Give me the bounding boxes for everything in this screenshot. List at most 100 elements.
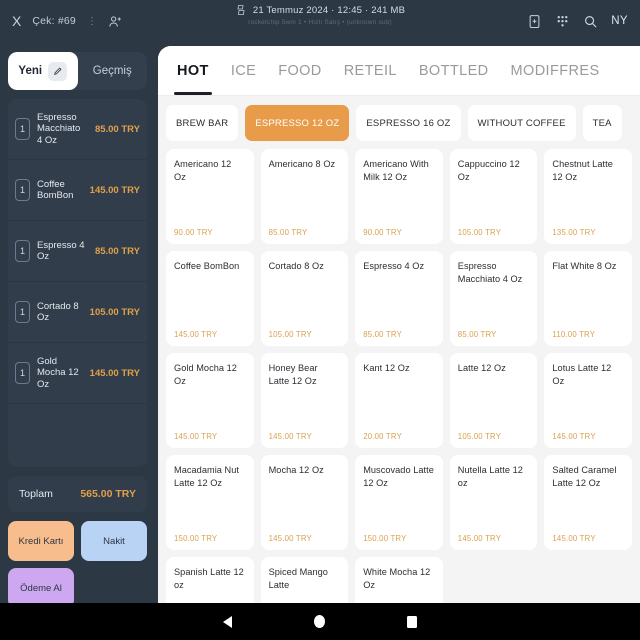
product-name: Americano 12 Oz (174, 159, 232, 182)
product-price: 105.00 TRY (457, 228, 502, 237)
cart-row[interactable]: 1 Espresso Macchiato 4 Oz 85.00 TRY (8, 99, 147, 160)
product-name: Gold Mocha 12 Oz (174, 363, 237, 386)
cart-item-price: 85.00 TRY (94, 123, 140, 135)
cart-item-qty: 1 (15, 240, 30, 262)
apps-grid-icon[interactable] (555, 14, 570, 29)
tab-reteil[interactable]: RETEIL (333, 46, 408, 95)
datetime-memory-label: 21 Temmuz 2024 · 12:45 · 241 MB (252, 4, 406, 16)
receipt-add-icon[interactable] (527, 14, 542, 29)
pencil-icon[interactable] (48, 61, 68, 81)
product-card[interactable]: Spanish Latte 12 oz (166, 557, 254, 603)
add-person-icon[interactable] (108, 14, 123, 29)
product-card[interactable]: Americano 12 Oz 90.00 TRY (166, 149, 254, 244)
cart-row[interactable]: 1 Espresso 4 Oz 85.00 TRY (8, 221, 147, 282)
product-card[interactable]: White Mocha 12 Oz (355, 557, 443, 603)
cart-item-name: Gold Mocha 12 Oz (37, 355, 79, 390)
recents-square-icon[interactable] (407, 615, 417, 628)
chip-brew-bar[interactable]: BREW BAR (166, 105, 239, 141)
product-price: 20.00 TRY (363, 432, 402, 441)
cart-item-name: Cortado 8 Oz (37, 300, 79, 323)
back-triangle-icon[interactable] (223, 615, 232, 628)
category-tabs: HOT ICE FOOD RETEIL BOTTLED MODIFFRES (158, 46, 640, 96)
cart-row[interactable]: 1 Coffee BomBon 145.00 TRY (8, 160, 147, 221)
user-initials-label[interactable]: NY (611, 15, 628, 27)
product-name: Mocha 12 Oz (268, 465, 324, 475)
printer-icon (235, 4, 247, 16)
product-price: 105.00 TRY (457, 432, 502, 441)
cart-row[interactable]: 1 Gold Mocha 12 Oz 145.00 TRY (8, 343, 147, 404)
product-card[interactable]: Cortado 8 Oz 105.00 TRY (260, 251, 349, 346)
chip-tea[interactable]: TEA (582, 105, 622, 141)
product-price: 90.00 TRY (363, 228, 402, 237)
search-icon[interactable] (583, 14, 598, 29)
product-name: Espresso Macchiato 4 Oz (457, 261, 523, 284)
product-card[interactable]: Spiced Mango Latte (260, 557, 349, 603)
product-price: 110.00 TRY (552, 330, 596, 339)
tab-modiffres[interactable]: MODIFFRES (500, 46, 611, 95)
payment-button-2[interactable]: Nakit (81, 521, 147, 561)
product-card[interactable]: Lotus Latte 12 Oz 145.00 TRY (544, 353, 632, 448)
close-icon[interactable]: X (12, 14, 21, 28)
product-card[interactable]: Honey Bear Latte 12 Oz 145.00 TRY (260, 353, 349, 448)
order-sidebar: Yeni Geçmiş 1 Espresso Macchiato 4 Oz 85.0… (0, 42, 155, 608)
product-card[interactable]: Nutella Latte 12 oz 145.00 TRY (449, 455, 538, 550)
tab-food[interactable]: FOOD (267, 46, 333, 95)
product-card[interactable]: Espresso Macchiato 4 Oz 85.00 TRY (449, 251, 538, 346)
product-card[interactable]: Mocha 12 Oz 145.00 TRY (260, 455, 349, 550)
product-card[interactable]: Gold Mocha 12 Oz 145.00 TRY (166, 353, 254, 448)
product-card[interactable]: Chestnut Latte 12 Oz 135.00 TRY (544, 149, 632, 244)
sidebar-tab-gecmis[interactable]: Geçmiş (78, 52, 148, 90)
chip-espresso-16-oz[interactable]: ESPRESSO 16 OZ (356, 105, 461, 141)
cart-item-name: Espresso 4 Oz (37, 239, 85, 262)
top-bar: X Çek: #69 ⋮ 21 Temmuz 2024 · 12:45 · 24… (0, 0, 640, 42)
sidebar-tab-yeni[interactable]: Yeni (8, 52, 78, 90)
product-card[interactable]: Kant 12 Oz 20.00 TRY (355, 353, 443, 448)
product-card[interactable]: Americano With Milk 12 Oz 90.00 TRY (355, 149, 443, 244)
tab-ice[interactable]: ICE (220, 46, 267, 95)
cart-item-qty: 1 (15, 118, 30, 140)
cart-item-name: Coffee BomBon (37, 178, 74, 201)
status-row: 21 Temmuz 2024 · 12:45 · 241 MB (235, 4, 405, 16)
cart-item-qty: 1 (15, 301, 30, 323)
product-name: Macadamia Nut Latte 12 Oz (174, 465, 239, 488)
system-nav-bar (0, 603, 640, 640)
product-price: 145.00 TRY (457, 534, 502, 543)
home-circle-icon[interactable] (314, 615, 325, 628)
product-name: Americano 8 Oz (268, 159, 336, 169)
more-options-icon[interactable]: ⋮ (87, 16, 98, 27)
product-name: Honey Bear Latte 12 Oz (268, 363, 318, 386)
product-price: 145.00 TRY (174, 432, 218, 441)
product-card[interactable]: Latte 12 Oz 105.00 TRY (449, 353, 538, 448)
product-card[interactable]: Espresso 4 Oz 85.00 TRY (355, 251, 443, 346)
product-card[interactable]: Americano 8 Oz 85.00 TRY (260, 149, 349, 244)
product-name: Salted Caramel Latte 12 Oz (552, 465, 617, 488)
product-card[interactable]: Salted Caramel Latte 12 Oz 145.00 TRY (544, 455, 632, 550)
product-name: Kant 12 Oz (363, 363, 410, 373)
payment-buttons: Kredi Kartı Nakit Ödeme Al (8, 521, 147, 608)
tab-hot[interactable]: HOT (166, 46, 220, 95)
cart-item-qty: 1 (15, 179, 30, 201)
product-card[interactable]: Flat White 8 Oz 110.00 TRY (544, 251, 632, 346)
cart-list[interactable]: 1 Espresso Macchiato 4 Oz 85.00 TRY 1 Coffee… (8, 99, 147, 467)
top-bar-left: X Çek: #69 ⋮ (0, 14, 123, 29)
catalog-panel: HOT ICE FOOD RETEIL BOTTLED MODIFFRES BREW BA… (158, 46, 640, 603)
product-grid-scroll[interactable]: Americano 12 Oz 90.00 TRY Americano 8 Oz 85… (158, 149, 640, 603)
tab-bottled[interactable]: BOTTLED (408, 46, 500, 95)
product-name: Cappuccino 12 Oz (457, 159, 520, 182)
product-price: 150.00 TRY (363, 534, 407, 543)
chip-without-coffee[interactable]: WITHOUT COFFEE (467, 105, 576, 141)
cart-item-qty: 1 (15, 362, 30, 384)
product-card[interactable]: Cappuccino 12 Oz 105.00 TRY (449, 149, 538, 244)
chip-espresso-12-oz[interactable]: ESPRESSO 12 OZ (245, 105, 350, 141)
payment-button-1[interactable]: Kredi Kartı (8, 521, 74, 561)
product-name: White Mocha 12 Oz (363, 567, 431, 590)
product-card[interactable]: Coffee BomBon 145.00 TRY (166, 251, 254, 346)
sidebar-tab-gecmis-label: Geçmiş (92, 65, 132, 77)
payment-button-3[interactable]: Ödeme Al (8, 568, 74, 608)
product-price: 85.00 TRY (268, 228, 308, 237)
product-price: 85.00 TRY (457, 330, 497, 339)
product-card[interactable]: Macadamia Nut Latte 12 Oz 150.00 TRY (166, 455, 254, 550)
cart-row[interactable]: 1 Cortado 8 Oz 105.00 TRY (8, 282, 147, 343)
product-card[interactable]: Muscovado Latte 12 Oz 150.00 TRY (355, 455, 443, 550)
product-name: Espresso 4 Oz (363, 261, 425, 271)
